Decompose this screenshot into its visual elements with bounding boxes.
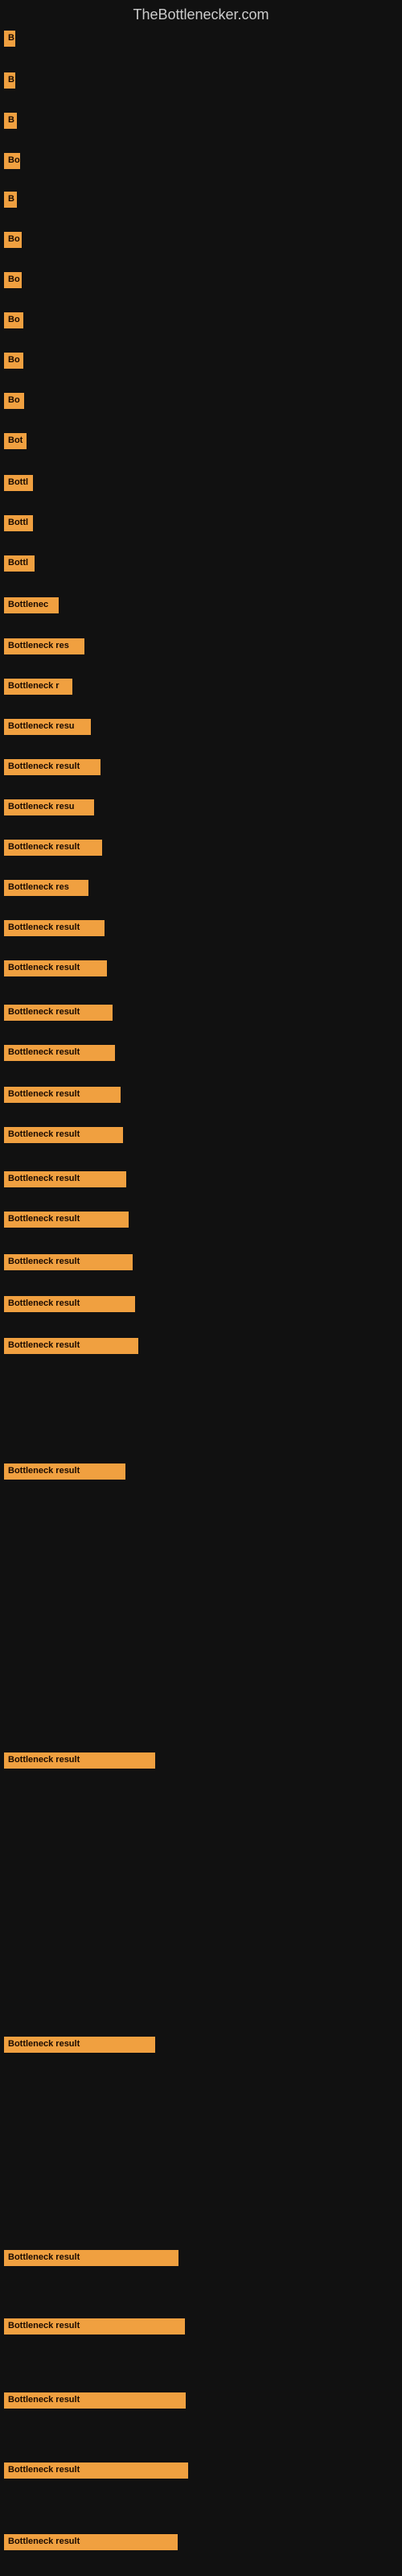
item-row: Bottleneck result xyxy=(4,1254,398,1270)
label-badge: Bottleneck result xyxy=(4,2318,185,2334)
label-badge: Bottleneck result xyxy=(4,2392,186,2409)
label-badge: Bottl xyxy=(4,515,33,531)
item-row: Bottl xyxy=(4,515,398,531)
item-row: Bottleneck resu xyxy=(4,799,398,815)
item-row: Bo xyxy=(4,272,398,288)
label-badge: B xyxy=(4,72,15,89)
label-badge: Bo xyxy=(4,272,22,288)
label-badge: Bottleneck resu xyxy=(4,719,91,735)
item-row: Bottl xyxy=(4,475,398,491)
label-badge: Bottleneck result xyxy=(4,840,102,856)
label-badge: Bottleneck result xyxy=(4,1212,129,1228)
label-badge: Bottleneck result xyxy=(4,1752,155,1769)
label-badge: Bottleneck result xyxy=(4,1171,126,1187)
label-badge: Bottleneck result xyxy=(4,2534,178,2550)
item-row: Bottleneck result xyxy=(4,2392,398,2409)
site-title-container: TheBottlenecker.com xyxy=(0,0,402,30)
label-badge: Bo xyxy=(4,153,20,169)
label-badge: Bottleneck result xyxy=(4,1463,125,1480)
item-row: Bottleneck result xyxy=(4,1005,398,1021)
item-row: Bottleneck result xyxy=(4,840,398,856)
label-badge: Bo xyxy=(4,393,24,409)
label-badge: Bo xyxy=(4,232,22,248)
label-badge: B xyxy=(4,113,17,129)
item-row: Bot xyxy=(4,433,398,449)
label-badge: Bottleneck res xyxy=(4,880,88,896)
item-row: Bottlenec xyxy=(4,597,398,613)
item-row: B xyxy=(4,192,398,208)
item-row: Bottleneck result xyxy=(4,920,398,936)
item-row: Bottleneck result xyxy=(4,1296,398,1312)
item-row: B xyxy=(4,31,398,47)
item-row: Bottleneck result xyxy=(4,2318,398,2334)
label-badge: Bottleneck resu xyxy=(4,799,94,815)
item-row: Bo xyxy=(4,312,398,328)
label-badge: Bottleneck result xyxy=(4,1087,121,1103)
label-badge: Bottleneck result xyxy=(4,2037,155,2053)
label-badge: Bottleneck result xyxy=(4,1127,123,1143)
item-row: Bottleneck resu xyxy=(4,719,398,735)
item-row: Bottleneck res xyxy=(4,638,398,654)
item-row: Bottleneck result xyxy=(4,759,398,775)
item-row: Bottleneck r xyxy=(4,679,398,695)
item-row: Bottleneck result xyxy=(4,2037,398,2053)
item-row: Bottleneck result xyxy=(4,1338,398,1354)
item-row: Bo xyxy=(4,353,398,369)
label-badge: Bottleneck res xyxy=(4,638,84,654)
item-row: Bottleneck result xyxy=(4,2534,398,2550)
item-row: Bottleneck res xyxy=(4,880,398,896)
label-badge: Bottleneck result xyxy=(4,759,100,775)
label-badge: Bottleneck result xyxy=(4,2462,188,2479)
item-row: Bottleneck result xyxy=(4,960,398,976)
label-badge: Bottl xyxy=(4,555,35,572)
item-row: Bottleneck result xyxy=(4,1087,398,1103)
item-row: B xyxy=(4,113,398,129)
item-row: Bo xyxy=(4,393,398,409)
item-row: Bo xyxy=(4,153,398,169)
label-badge: Bottleneck result xyxy=(4,1296,135,1312)
label-badge: Bottleneck result xyxy=(4,920,105,936)
label-badge: Bottleneck result xyxy=(4,1005,113,1021)
item-row: B xyxy=(4,72,398,89)
label-badge: Bottleneck result xyxy=(4,2250,178,2266)
label-badge: Bot xyxy=(4,433,27,449)
label-badge: Bottleneck r xyxy=(4,679,72,695)
item-row: Bottleneck result xyxy=(4,1752,398,1769)
label-badge: Bo xyxy=(4,312,23,328)
label-badge: Bottlenec xyxy=(4,597,59,613)
item-row: Bottleneck result xyxy=(4,2250,398,2266)
item-row: Bottleneck result xyxy=(4,1171,398,1187)
label-badge: Bottleneck result xyxy=(4,960,107,976)
item-row: Bottleneck result xyxy=(4,2462,398,2479)
label-badge: B xyxy=(4,192,17,208)
item-row: Bo xyxy=(4,232,398,248)
label-badge: Bottleneck result xyxy=(4,1338,138,1354)
item-row: Bottleneck result xyxy=(4,1463,398,1480)
label-badge: B xyxy=(4,31,15,47)
label-badge: Bottleneck result xyxy=(4,1045,115,1061)
item-row: Bottleneck result xyxy=(4,1127,398,1143)
item-row: Bottl xyxy=(4,555,398,572)
label-badge: Bottleneck result xyxy=(4,1254,133,1270)
label-badge: Bo xyxy=(4,353,23,369)
site-title: TheBottlenecker.com xyxy=(0,0,402,30)
label-badge: Bottl xyxy=(4,475,33,491)
item-row: Bottleneck result xyxy=(4,1212,398,1228)
item-row: Bottleneck result xyxy=(4,1045,398,1061)
